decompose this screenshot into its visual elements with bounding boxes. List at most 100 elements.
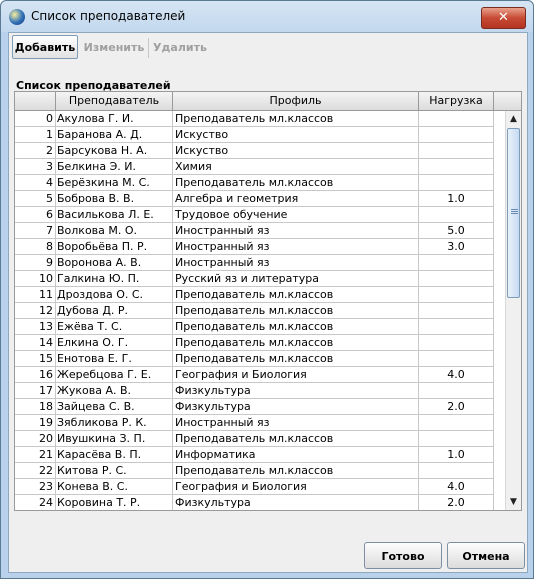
scroll-up-icon[interactable]: ▲ <box>506 111 521 127</box>
add-button[interactable]: Добавить <box>12 35 78 59</box>
profile-cell[interactable]: Преподаватель мл.классов <box>173 111 419 127</box>
teacher-cell[interactable]: Боброва В. В. <box>56 191 173 207</box>
row-number-cell[interactable]: 0 <box>15 111 56 127</box>
teacher-cell[interactable]: Китова Р. С. <box>56 463 173 479</box>
load-cell[interactable] <box>419 463 494 479</box>
teacher-cell[interactable]: Ежёва Т. С. <box>56 319 173 335</box>
delete-button[interactable]: Удалить <box>151 35 209 59</box>
teacher-cell[interactable]: Барсукова Н. А. <box>56 143 173 159</box>
profile-cell[interactable]: Искуство <box>173 143 419 159</box>
table-row[interactable]: 15 Енотова Е. Г. Преподаватель мл.классов <box>15 351 505 367</box>
edit-button[interactable]: Изменить <box>82 35 146 59</box>
teacher-cell[interactable]: Конева В. С. <box>56 479 173 495</box>
row-number-cell[interactable]: 1 <box>15 127 56 143</box>
table-row[interactable]: 18 Зайцева С. В. Физкультура 2.0 <box>15 399 505 415</box>
scroll-thumb[interactable] <box>507 128 520 298</box>
row-number-cell[interactable]: 14 <box>15 335 56 351</box>
row-number-cell[interactable]: 10 <box>15 271 56 287</box>
table-row[interactable]: 0 Акулова Г. И. Преподаватель мл.классов <box>15 111 505 127</box>
load-cell[interactable]: 1.0 <box>419 447 494 463</box>
table-row[interactable]: 19 Зябликова Р. К. Иностранный яз <box>15 415 505 431</box>
load-cell[interactable]: 2.0 <box>419 495 494 510</box>
load-cell[interactable]: 2.0 <box>419 399 494 415</box>
load-cell[interactable] <box>419 127 494 143</box>
teacher-cell[interactable]: Жукова А. В. <box>56 383 173 399</box>
teacher-cell[interactable]: Елкина О. Г. <box>56 335 173 351</box>
profile-cell[interactable]: Иностранный яз <box>173 415 419 431</box>
row-number-cell[interactable]: 23 <box>15 479 56 495</box>
load-cell[interactable] <box>419 335 494 351</box>
load-cell[interactable] <box>419 303 494 319</box>
load-cell[interactable] <box>419 143 494 159</box>
profile-cell[interactable]: География и Биология <box>173 479 419 495</box>
table-row[interactable]: 22 Китова Р. С. Преподаватель мл.классов <box>15 463 505 479</box>
row-number-cell[interactable]: 8 <box>15 239 56 255</box>
row-number-cell[interactable]: 16 <box>15 367 56 383</box>
table-row[interactable]: 3 Белкина Э. И. Химия <box>15 159 505 175</box>
teacher-cell[interactable]: Карасёва В. П. <box>56 447 173 463</box>
teacher-cell[interactable]: Енотова Е. Г. <box>56 351 173 367</box>
close-button[interactable]: ✕ <box>481 7 526 29</box>
column-header-number[interactable] <box>15 92 56 110</box>
profile-cell[interactable]: Физкультура <box>173 495 419 510</box>
row-number-cell[interactable]: 9 <box>15 255 56 271</box>
load-cell[interactable] <box>419 159 494 175</box>
teacher-cell[interactable]: Василькова Л. Е. <box>56 207 173 223</box>
table-row[interactable]: 5 Боброва В. В. Алгебра и геометрия 1.0 <box>15 191 505 207</box>
table-row[interactable]: 21 Карасёва В. П. Информатика 1.0 <box>15 447 505 463</box>
profile-cell[interactable]: Информатика <box>173 447 419 463</box>
load-cell[interactable]: 4.0 <box>419 367 494 383</box>
table-row[interactable]: 16 Жеребцова Г. Е. География и Биология 4.0 <box>15 367 505 383</box>
load-cell[interactable] <box>419 319 494 335</box>
row-number-cell[interactable]: 5 <box>15 191 56 207</box>
table-row[interactable]: 12 Дубова Д. Р. Преподаватель мл.классов <box>15 303 505 319</box>
row-number-cell[interactable]: 12 <box>15 303 56 319</box>
table-row[interactable]: 6 Василькова Л. Е. Трудовое обучение <box>15 207 505 223</box>
table-row[interactable]: 4 Берёзкина М. С. Преподаватель мл.классов <box>15 175 505 191</box>
profile-cell[interactable]: Иностранный яз <box>173 223 419 239</box>
teacher-cell[interactable]: Воронова А. В. <box>56 255 173 271</box>
row-number-cell[interactable]: 20 <box>15 431 56 447</box>
column-header-load[interactable]: Нагрузка <box>419 92 494 110</box>
table-row[interactable]: 24 Коровина Т. Р. Физкультура 2.0 <box>15 495 505 510</box>
table-row[interactable]: 13 Ежёва Т. С. Преподаватель мл.классов <box>15 319 505 335</box>
row-number-cell[interactable]: 19 <box>15 415 56 431</box>
teacher-cell[interactable]: Галкина Ю. П. <box>56 271 173 287</box>
table-row[interactable]: 11 Дроздова О. С. Преподаватель мл.классов <box>15 287 505 303</box>
profile-cell[interactable]: Преподаватель мл.классов <box>173 463 419 479</box>
table-row[interactable]: 14 Елкина О. Г. Преподаватель мл.классов <box>15 335 505 351</box>
profile-cell[interactable]: Химия <box>173 159 419 175</box>
row-number-cell[interactable]: 11 <box>15 287 56 303</box>
load-cell[interactable] <box>419 287 494 303</box>
load-cell[interactable] <box>419 383 494 399</box>
row-number-cell[interactable]: 17 <box>15 383 56 399</box>
teacher-cell[interactable]: Волкова М. О. <box>56 223 173 239</box>
teacher-cell[interactable]: Дроздова О. С. <box>56 287 173 303</box>
profile-cell[interactable]: Преподаватель мл.классов <box>173 351 419 367</box>
load-cell[interactable] <box>419 271 494 287</box>
profile-cell[interactable]: Преподаватель мл.классов <box>173 335 419 351</box>
profile-cell[interactable]: Иностранный яз <box>173 255 419 271</box>
table-row[interactable]: 23 Конева В. С. География и Биология 4.0 <box>15 479 505 495</box>
table-row[interactable]: 1 Баранова А. Д. Искуство <box>15 127 505 143</box>
table-row[interactable]: 10 Галкина Ю. П. Русский яз и литература <box>15 271 505 287</box>
load-cell[interactable] <box>419 351 494 367</box>
cancel-button[interactable]: Отмена <box>447 542 525 569</box>
load-cell[interactable]: 4.0 <box>419 479 494 495</box>
table-row[interactable]: 20 Ивушкина З. П. Преподаватель мл.классов <box>15 431 505 447</box>
teacher-cell[interactable]: Дубова Д. Р. <box>56 303 173 319</box>
load-cell[interactable] <box>419 431 494 447</box>
table-row[interactable]: 9 Воронова А. В. Иностранный яз <box>15 255 505 271</box>
load-cell[interactable]: 1.0 <box>419 191 494 207</box>
profile-cell[interactable]: Алгебра и геометрия <box>173 191 419 207</box>
teacher-cell[interactable]: Белкина Э. И. <box>56 159 173 175</box>
vertical-scrollbar[interactable]: ▲ ▼ <box>505 111 521 510</box>
row-number-cell[interactable]: 2 <box>15 143 56 159</box>
profile-cell[interactable]: Преподаватель мл.классов <box>173 319 419 335</box>
row-number-cell[interactable]: 13 <box>15 319 56 335</box>
scroll-down-icon[interactable]: ▼ <box>506 494 521 510</box>
load-cell[interactable]: 5.0 <box>419 223 494 239</box>
teacher-cell[interactable]: Баранова А. Д. <box>56 127 173 143</box>
table-row[interactable]: 7 Волкова М. О. Иностранный яз 5.0 <box>15 223 505 239</box>
load-cell[interactable]: 3.0 <box>419 239 494 255</box>
